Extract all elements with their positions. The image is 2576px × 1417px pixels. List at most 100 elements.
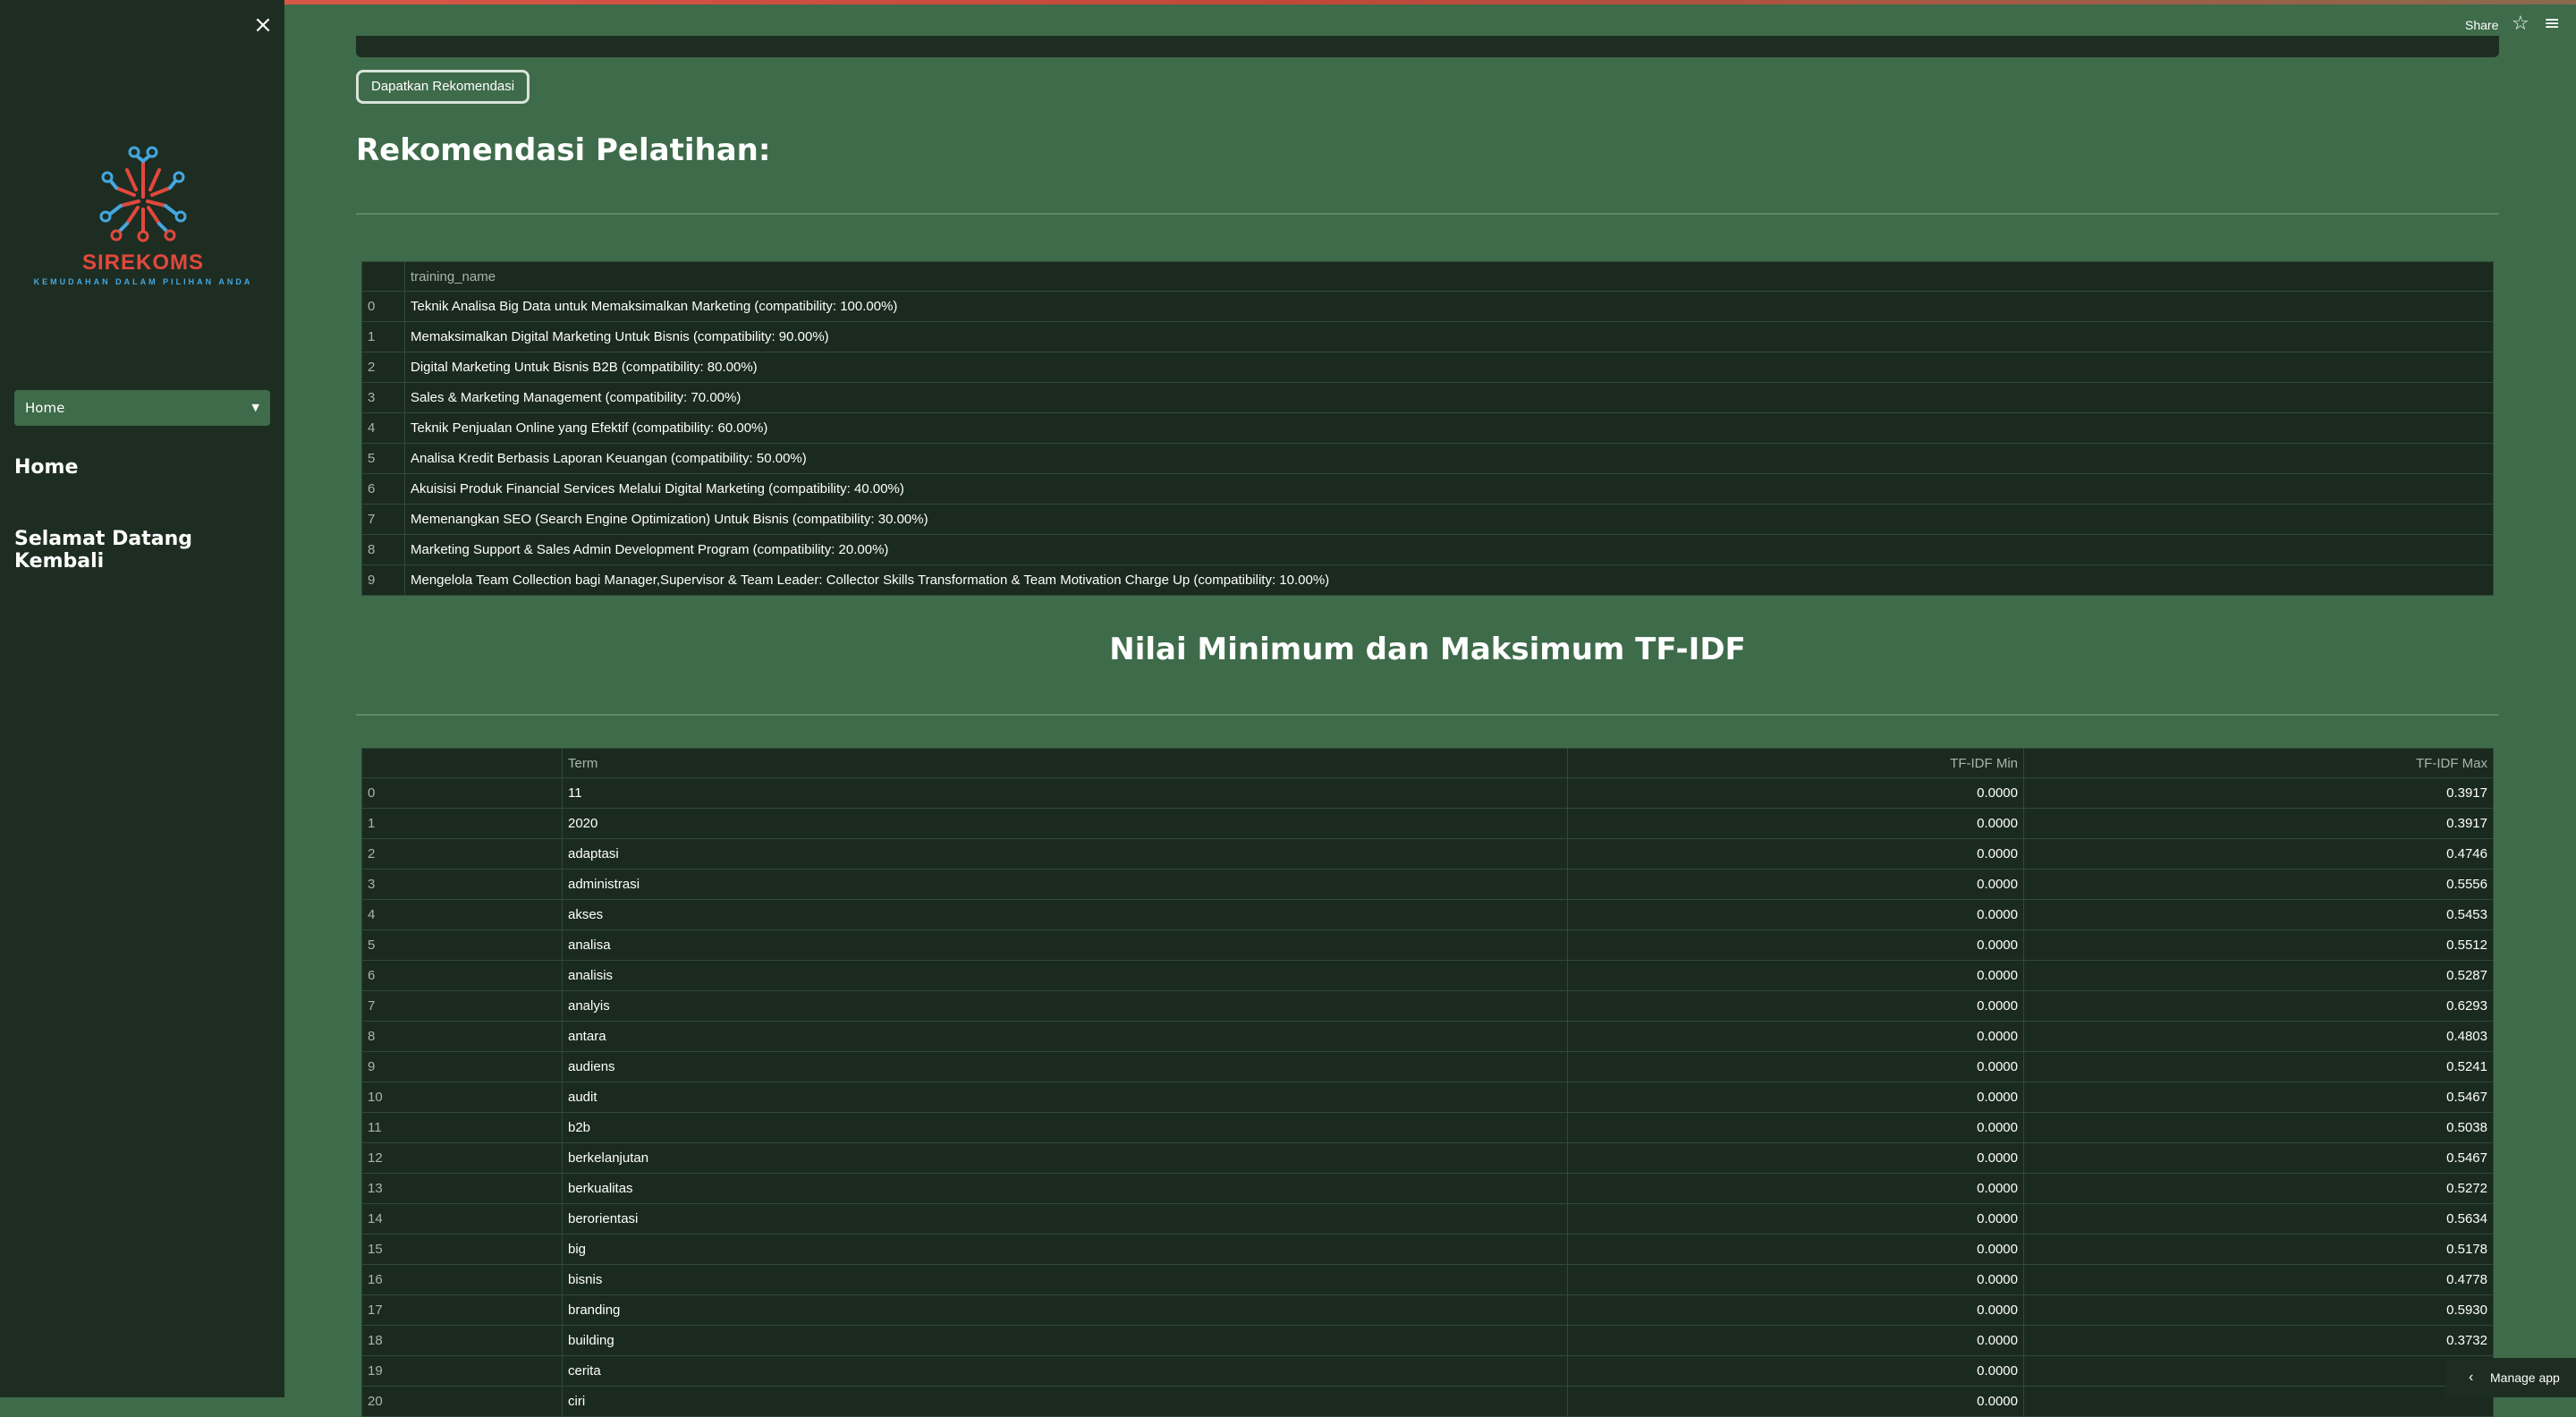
term-cell: audiens: [562, 1051, 1568, 1082]
tfidf-min-cell: 0.0000: [1567, 1082, 2024, 1113]
tfidf-max-cell: 0.5467: [2023, 1082, 2494, 1113]
recommendation-table: training_name 0 Teknik Analisa Big Data u…: [361, 261, 2494, 596]
tfidf-min-cell: 0.0000: [1567, 1203, 2024, 1235]
term-cell: 2020: [562, 808, 1568, 839]
table-row: 5 analisa 0.0000 0.5512: [361, 929, 2494, 961]
tfidf-min-cell: 0.0000: [1567, 1355, 2024, 1387]
table-row: 7 analyis 0.0000 0.6293: [361, 990, 2494, 1022]
tfidf-max-cell: 0.5269: [2023, 1355, 2494, 1387]
table-header-row: training_name: [361, 261, 2494, 292]
row-index: 7: [361, 990, 563, 1022]
row-index: 0: [361, 291, 405, 322]
tfidf-max-cell: 0.4803: [2023, 1021, 2494, 1052]
close-sidebar-icon[interactable]: ×: [252, 13, 274, 37]
tfidf-max-header: TF-IDF Max: [2023, 748, 2494, 778]
table-row: 3 Sales & Marketing Management (compatibi…: [361, 382, 2494, 413]
training-name-cell: Teknik Analisa Big Data untuk Memaksimal…: [404, 291, 2494, 322]
term-cell: 11: [562, 777, 1568, 809]
training-name-cell: Digital Marketing Untuk Bisnis B2B (comp…: [404, 352, 2494, 383]
tfidf-max-cell: 0.5634: [2023, 1203, 2494, 1235]
tfidf-max-cell: 0.5453: [2023, 899, 2494, 930]
sidebar-heading-welcome: Selamat Datang Kembali: [14, 528, 192, 573]
table-row: 6 Akuisisi Produk Financial Services Mela…: [361, 473, 2494, 505]
row-index: 8: [361, 534, 405, 565]
table-row: 11 b2b 0.0000 0.5038: [361, 1112, 2494, 1143]
input-textarea[interactable]: [356, 36, 2499, 57]
row-index: 15: [361, 1234, 563, 1265]
row-index: 7: [361, 504, 405, 535]
tfidf-max-cell: 0.4778: [2023, 1264, 2494, 1295]
table-row: 9 Mengelola Team Collection bagi Manager,…: [361, 564, 2494, 596]
tfidf-max-cell: 0.5930: [2023, 1294, 2494, 1326]
row-index: 9: [361, 1051, 563, 1082]
tfidf-max-cell: 0.5467: [2023, 1142, 2494, 1174]
table-row: 0 11 0.0000 0.3917: [361, 777, 2494, 809]
share-button[interactable]: Share: [2465, 18, 2498, 32]
term-cell: analyis: [562, 990, 1568, 1022]
table-row: 1 2020 0.0000 0.3917: [361, 808, 2494, 839]
row-index: 8: [361, 1021, 563, 1052]
table-row: 12 berkelanjutan 0.0000 0.5467: [361, 1142, 2494, 1174]
tfidf-min-cell: 0.0000: [1567, 1173, 2024, 1204]
logo-title: SIREKOMS: [81, 250, 204, 275]
tfidf-min-cell: 0.0000: [1567, 1264, 2024, 1295]
row-index: 2: [361, 352, 405, 383]
tfidf-min-cell: 0.0000: [1567, 960, 2024, 991]
row-index: 17: [361, 1294, 563, 1326]
row-index: 5: [361, 929, 563, 961]
row-index: 4: [361, 899, 563, 930]
tfidf-min-cell: 0.0000: [1567, 1386, 2024, 1417]
row-index: 14: [361, 1203, 563, 1235]
term-cell: building: [562, 1325, 1568, 1356]
table-row: 1 Memaksimalkan Digital Marketing Untuk B…: [361, 321, 2494, 352]
manage-app-button[interactable]: ‹ Manage app: [2445, 1358, 2576, 1397]
tfidf-min-cell: 0.0000: [1567, 777, 2024, 809]
term-cell: antara: [562, 1021, 1568, 1052]
star-icon[interactable]: ☆: [2512, 13, 2529, 35]
table-row: 14 berorientasi 0.0000 0.5634: [361, 1203, 2494, 1235]
row-index: 11: [361, 1112, 563, 1143]
sirekoms-logo: SIREKOMS KEMUDAHAN DALAM PILIHAN ANDA: [27, 134, 259, 286]
chevron-left-icon: ‹: [2469, 1370, 2474, 1385]
tfidf-min-cell: 0.0000: [1567, 1051, 2024, 1082]
tfidf-max-cell: 0.5287: [2023, 960, 2494, 991]
tfidf-min-cell: 0.0000: [1567, 1021, 2024, 1052]
tfidf-max-cell: 0.5038: [2023, 1112, 2494, 1143]
tfidf-min-cell: 0.0000: [1567, 1234, 2024, 1265]
term-cell: audit: [562, 1082, 1568, 1113]
row-index: 6: [361, 473, 405, 505]
term-cell: berkualitas: [562, 1173, 1568, 1204]
get-recommendation-button[interactable]: Dapatkan Rekomendasi: [356, 70, 530, 104]
row-index: 9: [361, 564, 405, 596]
row-index: 18: [361, 1325, 563, 1356]
tfidf-table: Term TF-IDF Min TF-IDF Max 0 11 0.0000 0.39…: [361, 748, 2494, 1417]
tfidf-min-cell: 0.0000: [1567, 1294, 2024, 1326]
page-select[interactable]: Home ▼: [14, 390, 270, 426]
row-index: 16: [361, 1264, 563, 1295]
table-row: 8 antara 0.0000 0.4803: [361, 1021, 2494, 1052]
table-row: 7 Memenangkan SEO (Search Engine Optimiza…: [361, 504, 2494, 535]
row-index: 4: [361, 412, 405, 444]
table-row: 10 audit 0.0000 0.5467: [361, 1082, 2494, 1113]
table-row: 8 Marketing Support & Sales Admin Develop…: [361, 534, 2494, 565]
index-header: [361, 261, 405, 292]
row-index: 10: [361, 1082, 563, 1113]
index-header: [361, 748, 563, 778]
row-index: 20: [361, 1386, 563, 1417]
table-row: 17 branding 0.0000 0.5930: [361, 1294, 2494, 1326]
row-index: 1: [361, 321, 405, 352]
table-row: 6 analisis 0.0000 0.5287: [361, 960, 2494, 991]
hamburger-menu-icon[interactable]: ≡: [2544, 13, 2560, 35]
table-row: 18 building 0.0000 0.3732: [361, 1325, 2494, 1356]
row-index: 1: [361, 808, 563, 839]
term-cell: adaptasi: [562, 838, 1568, 870]
term-header: Term: [562, 748, 1568, 778]
training-name-cell: Memaksimalkan Digital Marketing Untuk Bi…: [404, 321, 2494, 352]
training-name-cell: Marketing Support & Sales Admin Developm…: [404, 534, 2494, 565]
table-row: 20 ciri 0.0000: [361, 1386, 2494, 1417]
manage-app-label: Manage app: [2490, 1370, 2560, 1385]
top-accent-bar: [0, 0, 2576, 4]
row-index: 5: [361, 443, 405, 474]
row-index: 19: [361, 1355, 563, 1387]
logo-subtitle: KEMUDAHAN DALAM PILIHAN ANDA: [33, 277, 253, 286]
